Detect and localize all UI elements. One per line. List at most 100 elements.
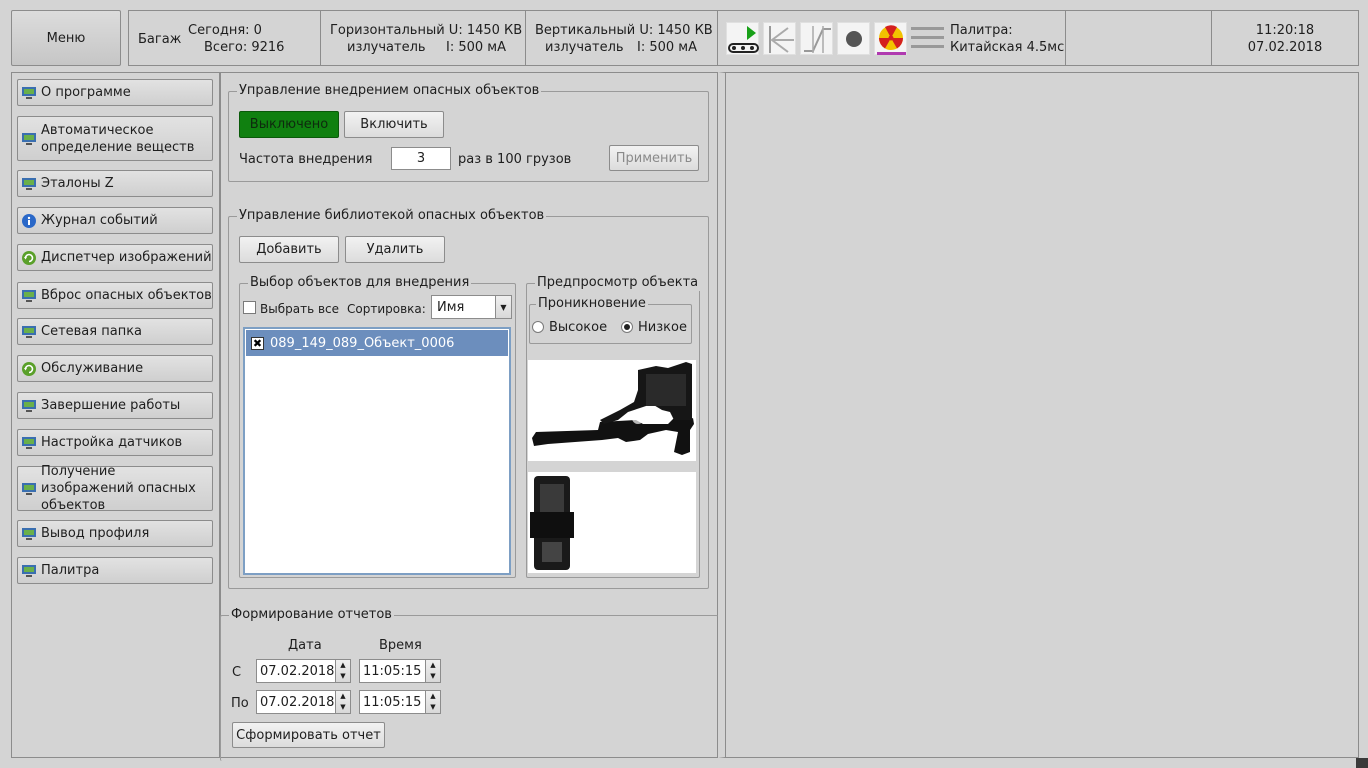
select-all-checkbox[interactable]	[243, 301, 256, 314]
monitor-icon	[22, 436, 36, 450]
sidebar-item-label: О программе	[41, 85, 131, 100]
to-date-value: 07.02.2018	[260, 694, 335, 710]
monitor-icon	[22, 325, 36, 339]
generate-report-button[interactable]: Сформировать отчет	[232, 722, 385, 748]
object-preview-group: Предпросмотр объекта Проникновение Высок…	[526, 275, 701, 578]
monitor-icon	[22, 527, 36, 541]
sidebar-item-label: Автоматическое определение веществ	[41, 122, 195, 155]
monitor-icon	[22, 564, 36, 578]
penetration-high-label: Высокое	[549, 320, 608, 335]
image-tools: Палитра: Китайская 4.5мс	[718, 11, 1066, 65]
sidebar-item-maintenance[interactable]: Обслуживание	[17, 355, 213, 382]
clock-date: 07.02.2018	[1247, 40, 1323, 55]
sidebar-item-label: Получение изображений опасных объектов	[41, 464, 196, 513]
pistol-side-view-icon	[532, 362, 694, 455]
injection-control-title: Управление внедрением опасных объектов	[237, 83, 542, 99]
clock-time: 11:20:18	[1255, 23, 1315, 38]
spin-arrows-icon[interactable]: ▲ ▼	[425, 660, 440, 682]
penetration-group: Проникновение Высокое Низкое	[529, 296, 692, 344]
sidebar-item-profile-output[interactable]: Вывод профиля	[17, 520, 213, 547]
sidebar-item-shutdown[interactable]: Завершение работы	[17, 392, 213, 419]
record-dot-icon[interactable]	[837, 22, 870, 55]
sidebar-item-network-folder[interactable]: Сетевая папка	[17, 318, 213, 345]
sidebar-item-auto-detection[interactable]: Автоматическое определение веществ	[17, 116, 213, 161]
sort-select[interactable]: Имя ▼	[431, 295, 512, 319]
menu-button[interactable]: Меню	[11, 10, 121, 66]
frequency-input[interactable]: 3	[391, 147, 451, 170]
vertical-emitter-label: излучатель	[545, 40, 624, 55]
reports-title: Формирование отчетов	[229, 607, 394, 623]
frequency-suffix: раз в 100 грузов	[458, 152, 572, 167]
sidebar-item-label: Журнал событий	[41, 213, 158, 228]
list-item-checkbox[interactable]: ✖	[251, 336, 264, 350]
sidebar-item-event-log[interactable]: Журнал событий	[17, 207, 213, 234]
vertical-emitter-status: Вертикальный U: 1450 КВ излучатель I: 50…	[526, 11, 718, 65]
from-label: С	[232, 665, 242, 680]
date-column-header: Дата	[288, 638, 322, 653]
frequency-label: Частота внедрения	[239, 152, 373, 167]
sidebar-item-palette[interactable]: Палитра	[17, 557, 213, 584]
image-view-frame	[725, 73, 1358, 757]
injection-control-group: Управление внедрением опасных объектов В…	[228, 83, 709, 182]
sidebar: О программе Автоматическое определение в…	[11, 72, 219, 758]
injection-state-off[interactable]: Выключено	[239, 111, 339, 138]
sidebar-item-standards-z[interactable]: Эталоны Z	[17, 170, 213, 197]
enable-injection-button[interactable]: Включить	[344, 111, 444, 138]
add-object-button[interactable]: Добавить	[239, 236, 339, 263]
conveyor-play-icon[interactable]	[726, 22, 759, 55]
object-list[interactable]: ✖ 089_149_089_Объект_0006	[243, 327, 511, 575]
sort-select-value: Имя	[437, 299, 465, 315]
delete-object-button[interactable]: Удалить	[345, 236, 445, 263]
resize-grip[interactable]	[1356, 758, 1368, 768]
sidebar-item-about[interactable]: О программе	[17, 79, 213, 106]
object-selection-group: Выбор объектов для внедрения Выбрать все…	[239, 275, 516, 578]
horizontal-emitter-status: Горизонтальный U: 1450 КВ излучатель I: …	[321, 11, 526, 65]
menu-lines-icon[interactable]	[911, 22, 944, 55]
sidebar-item-label: Палитра	[41, 563, 100, 578]
sidebar-item-image-manager[interactable]: Диспетчер изображений	[17, 244, 213, 271]
list-item-label: 089_149_089_Объект_0006	[270, 335, 455, 351]
sidebar-item-label: Эталоны Z	[41, 176, 114, 191]
library-control-title: Управление библиотекой опасных объектов	[237, 208, 547, 224]
info-icon	[22, 213, 36, 228]
from-date-value: 07.02.2018	[260, 663, 335, 679]
spin-arrows-icon[interactable]: ▲ ▼	[425, 691, 440, 713]
edge-enhance-icon[interactable]	[763, 22, 796, 55]
to-date-input[interactable]: 07.02.2018 ▲ ▼	[256, 690, 351, 714]
from-time-value: 11:05:15	[363, 663, 422, 679]
to-label: По	[231, 696, 249, 711]
status-bar: Багаж Сегодня: 0 Всего: 9216 Горизонталь…	[128, 10, 1359, 66]
monitor-icon	[22, 177, 36, 191]
list-item[interactable]: ✖ 089_149_089_Объект_0006	[246, 330, 508, 356]
from-time-input[interactable]: 11:05:15 ▲ ▼	[359, 659, 441, 683]
select-all-label: Выбрать все	[260, 302, 340, 316]
vertical-current: I: 500 мА	[637, 40, 697, 55]
monitor-icon	[22, 399, 36, 413]
spin-arrows-icon[interactable]: ▲ ▼	[335, 660, 350, 682]
sort-label: Сортировка:	[347, 302, 426, 316]
palette-label: Палитра:	[950, 23, 1013, 38]
baggage-counter: Багаж Сегодня: 0 Всего: 9216	[129, 11, 321, 65]
sidebar-item-sensor-settings[interactable]: Настройка датчиков	[17, 429, 213, 456]
sidebar-item-label: Вывод профиля	[41, 526, 150, 541]
sidebar-item-label: Настройка датчиков	[41, 435, 183, 450]
apply-frequency-button[interactable]: Применить	[609, 145, 699, 171]
palette-value: Китайская 4.5мс	[950, 40, 1065, 55]
library-control-group: Управление библиотекой опасных объектов …	[228, 208, 709, 589]
status-spacer	[1066, 11, 1212, 65]
monitor-icon	[22, 132, 36, 146]
sidebar-item-label: Завершение работы	[41, 398, 181, 413]
to-time-input[interactable]: 11:05:15 ▲ ▼	[359, 690, 441, 714]
from-date-input[interactable]: 07.02.2018 ▲ ▼	[256, 659, 351, 683]
penetration-low-radio[interactable]	[621, 321, 633, 333]
contrast-curve-icon[interactable]	[800, 22, 833, 55]
sidebar-item-threat-injection[interactable]: Вброс опасных объектов	[17, 282, 213, 309]
sidebar-item-label: Сетевая папка	[41, 324, 143, 339]
radiation-icon[interactable]	[874, 22, 907, 55]
sidebar-item-threat-images[interactable]: Получение изображений опасных объектов	[17, 464, 213, 513]
spin-arrows-icon[interactable]: ▲ ▼	[335, 691, 350, 713]
vertical-voltage: Вертикальный U: 1450 КВ	[535, 23, 713, 38]
monitor-icon	[22, 86, 36, 100]
horizontal-current: I: 500 мА	[446, 40, 506, 55]
penetration-high-radio[interactable]	[532, 321, 544, 333]
